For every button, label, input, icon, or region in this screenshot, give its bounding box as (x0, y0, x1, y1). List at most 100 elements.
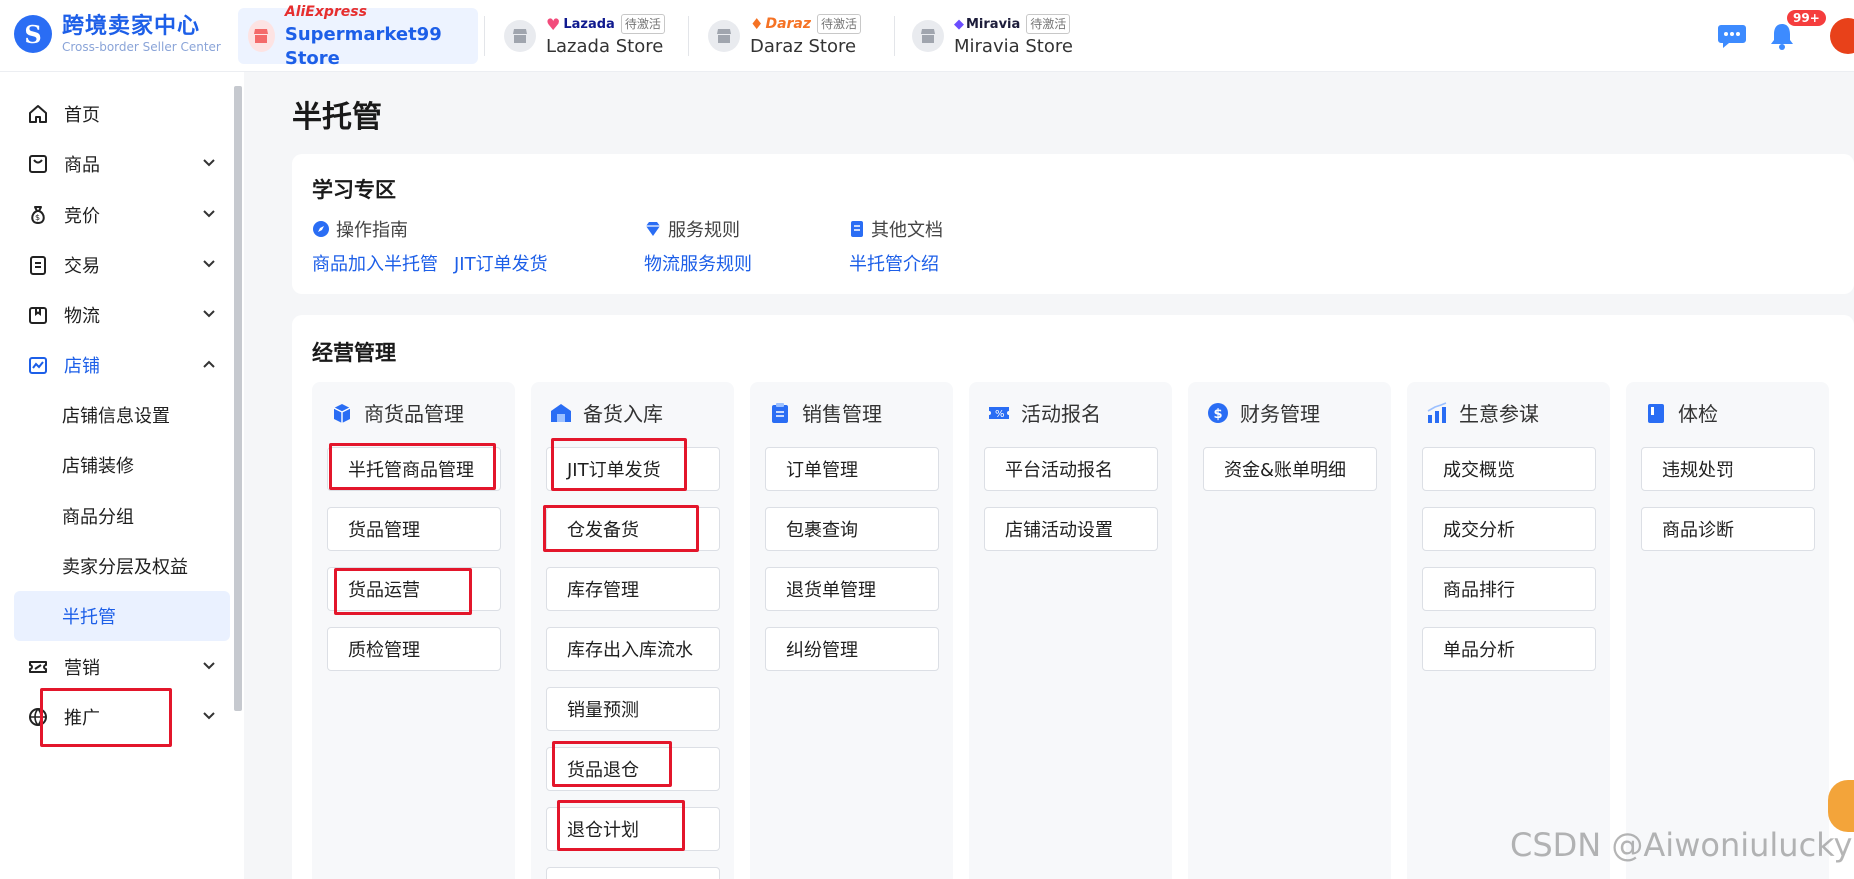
store-tab-miravia[interactable]: ◆ Miravia 待激活 Miravia Store (902, 8, 1083, 64)
learn-link[interactable]: 半托管介绍 (849, 250, 939, 276)
ops-column-title: 销售管理 (802, 402, 882, 426)
sidebar-subitem-store-info[interactable]: 店铺信息设置 (14, 390, 230, 440)
page-title: 半托管 (292, 100, 382, 135)
top-header: S 跨境卖家中心 Cross-border Seller Center AliE… (0, 0, 1854, 72)
brand-label: Lazada (563, 16, 615, 32)
ops-button[interactable]: 质检管理 (327, 627, 501, 671)
ops-button[interactable]: 资金&账单明细 (1203, 447, 1377, 491)
ops-button[interactable]: 库存管理 (546, 567, 720, 611)
ops-button[interactable]: 违规处罚 (1641, 447, 1815, 491)
brand-label: AliExpress (284, 4, 367, 20)
ops-column-health-check: 体检 违规处罚 商品诊断 (1626, 382, 1829, 879)
svg-text:$: $ (1214, 407, 1223, 422)
ops-column-products: 商货品管理 半托管商品管理 货品管理 货品运营 质检管理 (312, 382, 515, 879)
sidebar-item-label: 竞价 (64, 206, 100, 227)
ops-button[interactable]: 包裹查询 (765, 507, 939, 551)
logo[interactable]: S 跨境卖家中心 Cross-border Seller Center (14, 14, 221, 54)
bag-icon (26, 152, 50, 176)
learn-link[interactable]: 商品加入半托管 (312, 250, 438, 276)
ops-button[interactable]: 订单管理 (765, 447, 939, 491)
learn-link[interactable]: 物流服务规则 (644, 250, 752, 276)
ops-column-header: 体检 (1644, 398, 1718, 427)
sidebar-item-home[interactable]: 首页 (14, 89, 230, 139)
watermark: CSDN @Aiwoniulucky (1510, 826, 1853, 864)
warehouse-icon (549, 401, 573, 425)
ops-button[interactable]: 商品排行 (1422, 567, 1596, 611)
ops-button[interactable]: 销量预测 (546, 687, 720, 731)
sidebar-item-trade[interactable]: 交易 (14, 240, 230, 290)
ops-button[interactable]: 半托管商品管理 (327, 447, 501, 491)
sidebar-item-marketing[interactable]: 营销 (14, 642, 230, 692)
chevron-down-icon (203, 210, 215, 218)
sidebar-item-label: 交易 (64, 256, 100, 277)
learn-heading-label: 服务规则 (668, 220, 740, 241)
divider (484, 16, 485, 56)
sidebar-item-products[interactable]: 商品 (14, 139, 230, 189)
status-badge: 待激活 (817, 14, 862, 34)
ops-button[interactable]: 单品分析 (1422, 627, 1596, 671)
diamond-icon (644, 220, 662, 238)
ops-column-title: 财务管理 (1240, 402, 1320, 426)
sidebar-item-bidding[interactable]: $ 竞价 (14, 190, 230, 240)
chevron-down-icon (203, 159, 215, 167)
notification-count-badge: 99+ (1787, 10, 1826, 26)
ops-button[interactable]: 货品运营 (327, 567, 501, 611)
ops-button[interactable]: 货品管理 (327, 507, 501, 551)
ops-button[interactable]: JIT订单发货 (546, 447, 720, 491)
ops-column-title: 商货品管理 (364, 402, 464, 426)
ops-button[interactable]: 成交概览 (1422, 447, 1596, 491)
ops-column-title: 生意参谋 (1459, 402, 1539, 426)
ops-button[interactable]: 仓发备货 (546, 507, 720, 551)
ops-column-header: 商货品管理 (330, 398, 464, 427)
sidebar-subitem-store-decoration[interactable]: 店铺装修 (14, 440, 230, 490)
ops-column-finance: $ 财务管理 资金&账单明细 (1188, 382, 1391, 879)
store-tab-aliexpress[interactable]: AliExpress Supermarket99 Store (238, 4, 478, 69)
store-icon (248, 20, 275, 52)
money-bag-icon: $ (26, 203, 50, 227)
store-name: Daraz Store (750, 36, 857, 57)
store-icon (912, 20, 944, 52)
ops-button-partial[interactable] (546, 867, 720, 879)
ops-button[interactable]: 库存出入库流水 (546, 627, 720, 671)
logo-subtitle: Cross-border Seller Center (62, 40, 221, 54)
store-name: Lazada Store (546, 36, 664, 57)
chat-icon[interactable] (1716, 20, 1748, 52)
sidebar-scrollbar[interactable] (234, 86, 242, 711)
check-document-icon (1644, 401, 1668, 425)
ops-button[interactable]: 退货单管理 (765, 567, 939, 611)
learn-link[interactable]: JIT订单发货 (454, 250, 548, 276)
sidebar-subitem-semi-managed[interactable]: 半托管 (14, 591, 230, 641)
sidebar-item-label: 物流 (64, 306, 100, 327)
store-name: Supermarket99 Store (284, 24, 442, 69)
sidebar-item-store[interactable]: 店铺 (14, 340, 230, 390)
sidebar-item-logistics[interactable]: 物流 (14, 290, 230, 340)
avatar[interactable] (1830, 18, 1854, 54)
assistant-mascot-icon[interactable] (1828, 780, 1854, 832)
ops-button[interactable]: 店铺活动设置 (984, 507, 1158, 551)
brand-label: Daraz (765, 16, 812, 32)
chevron-up-icon (203, 360, 215, 368)
sidebar-subitem-seller-tiers[interactable]: 卖家分层及权益 (14, 541, 230, 591)
ops-button[interactable]: 退仓计划 (546, 807, 720, 851)
ops-button[interactable]: 成交分析 (1422, 507, 1596, 551)
divider (688, 16, 689, 56)
learn-group-heading: 服务规则 (644, 216, 740, 242)
store-tab-lazada[interactable]: ♥ Lazada 待激活 Lazada Store (494, 8, 675, 64)
sidebar-item-promotion[interactable]: 推广 (14, 692, 230, 742)
clipboard-list-icon (768, 401, 792, 425)
sidebar-subitem-product-groups[interactable]: 商品分组 (14, 491, 230, 541)
chevron-down-icon (203, 712, 215, 720)
store-name: Miravia Store (954, 36, 1073, 57)
ops-button[interactable]: 纠纷管理 (765, 627, 939, 671)
ops-column-header: $ 财务管理 (1206, 398, 1320, 427)
ops-button[interactable]: 平台活动报名 (984, 447, 1158, 491)
store-tab-daraz[interactable]: ♦ Daraz 待激活 Daraz Store (698, 8, 871, 64)
ops-button[interactable]: 商品诊断 (1641, 507, 1815, 551)
chevron-down-icon (203, 310, 215, 318)
divider (894, 16, 895, 56)
sidebar-item-label: 推广 (64, 708, 100, 729)
ops-button[interactable]: 货品退仓 (546, 747, 720, 791)
learn-heading-label: 其他文档 (871, 220, 943, 241)
sidebar-item-label: 店铺 (64, 356, 100, 377)
sidebar-item-label: 营销 (64, 658, 100, 679)
